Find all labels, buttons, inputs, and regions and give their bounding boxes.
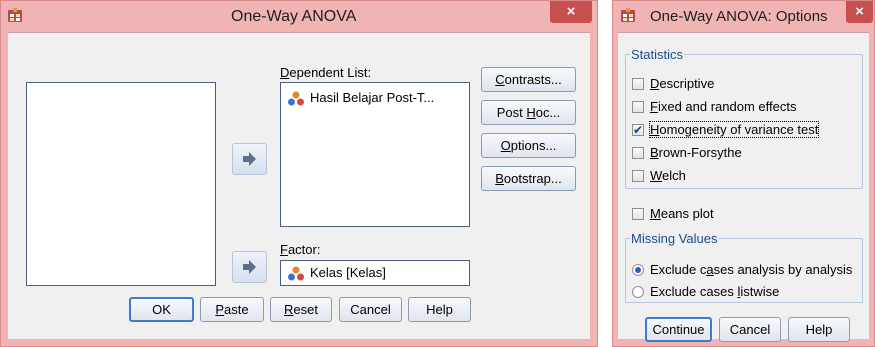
- nominal-variable-icon: [287, 266, 305, 282]
- dependent-item-label: Hasil Belajar Post-T...: [310, 90, 435, 105]
- paste-button[interactable]: Paste: [200, 297, 264, 322]
- factor-value-text: Kelas [Kelas]: [310, 265, 386, 280]
- spss-app-icon: [8, 8, 22, 22]
- checkbox-icon: [632, 100, 644, 113]
- anova-close-button[interactable]: ×: [550, 1, 592, 23]
- factor-value: Kelas [Kelas]: [287, 264, 386, 282]
- options-cancel-button[interactable]: Cancel: [719, 317, 781, 342]
- bootstrap-button[interactable]: Bootstrap...: [481, 166, 576, 191]
- checkbox-icon: [632, 207, 644, 220]
- list-item[interactable]: Hasil Belajar Post-T...: [287, 89, 434, 107]
- fixed-random-effects-checkbox[interactable]: Fixed and random effects: [632, 98, 796, 116]
- anova-titlebar[interactable]: One-Way ANOVA ×: [1, 1, 597, 32]
- factor-label-text: actor:: [287, 242, 321, 257]
- anova-client-area: Dependent List: Hasil Belajar Post-T... …: [8, 32, 590, 339]
- dependent-list[interactable]: Hasil Belajar Post-T...: [280, 82, 470, 227]
- options-button[interactable]: Options...: [481, 133, 576, 158]
- brown-forsythe-checkbox[interactable]: Brown-Forsythe: [632, 144, 742, 162]
- factor-label: Factor:: [280, 242, 321, 257]
- move-to-dependent-button[interactable]: [232, 143, 267, 175]
- close-icon: ×: [855, 3, 864, 20]
- missing-values-legend: Missing Values: [631, 231, 718, 246]
- means-plot-checkbox[interactable]: Means plot: [632, 205, 714, 223]
- descriptive-checkbox[interactable]: Descriptive: [632, 75, 714, 93]
- move-to-factor-button[interactable]: [232, 251, 267, 283]
- radio-icon: [632, 285, 644, 298]
- statistics-legend: Statistics: [631, 47, 684, 62]
- continue-button[interactable]: Continue: [645, 317, 712, 342]
- close-icon: ×: [566, 3, 576, 20]
- exclude-listwise-radio[interactable]: Exclude cases listwise: [632, 283, 779, 301]
- factor-field[interactable]: Kelas [Kelas]: [280, 260, 470, 286]
- options-client-area: Statistics Descriptive Fixed and random …: [618, 32, 869, 342]
- options-help-button[interactable]: Help: [788, 317, 850, 342]
- anova-title: One-Way ANOVA: [231, 8, 357, 25]
- exclude-analysis-radio[interactable]: Exclude cases analysis by analysis: [632, 261, 852, 279]
- checkbox-checked-icon: [632, 121, 644, 139]
- welch-checkbox[interactable]: Welch: [632, 167, 686, 185]
- options-title: One-Way ANOVA: Options: [650, 8, 828, 25]
- checkbox-icon: [632, 77, 644, 90]
- arrow-right-icon: [243, 260, 256, 274]
- ok-button[interactable]: OK: [129, 297, 194, 322]
- help-button[interactable]: Help: [408, 297, 471, 322]
- source-variable-list[interactable]: [26, 82, 216, 286]
- dependent-list-label-text: ependent List:: [289, 65, 372, 80]
- checkbox-icon: [632, 169, 644, 182]
- contrasts-button[interactable]: Contrasts...: [481, 67, 576, 92]
- options-dialog: One-Way ANOVA: Options × Statistics Desc…: [612, 0, 875, 347]
- radio-selected-icon: [632, 263, 644, 276]
- homogeneity-checkbox[interactable]: Homogeneity of variance test: [632, 121, 820, 139]
- spss-app-icon: [621, 8, 635, 22]
- anova-dialog: One-Way ANOVA × Dependent List: Hasil Be…: [0, 0, 598, 347]
- reset-button[interactable]: Reset: [270, 297, 332, 322]
- checkbox-icon: [632, 146, 644, 159]
- dependent-list-label: Dependent List:: [280, 65, 372, 80]
- scale-variable-icon: [287, 91, 305, 107]
- options-titlebar[interactable]: One-Way ANOVA: Options ×: [613, 1, 874, 32]
- post-hoc-button[interactable]: Post Hoc...: [481, 100, 576, 125]
- arrow-right-icon: [243, 152, 256, 166]
- options-close-button[interactable]: ×: [846, 1, 873, 23]
- cancel-button[interactable]: Cancel: [339, 297, 402, 322]
